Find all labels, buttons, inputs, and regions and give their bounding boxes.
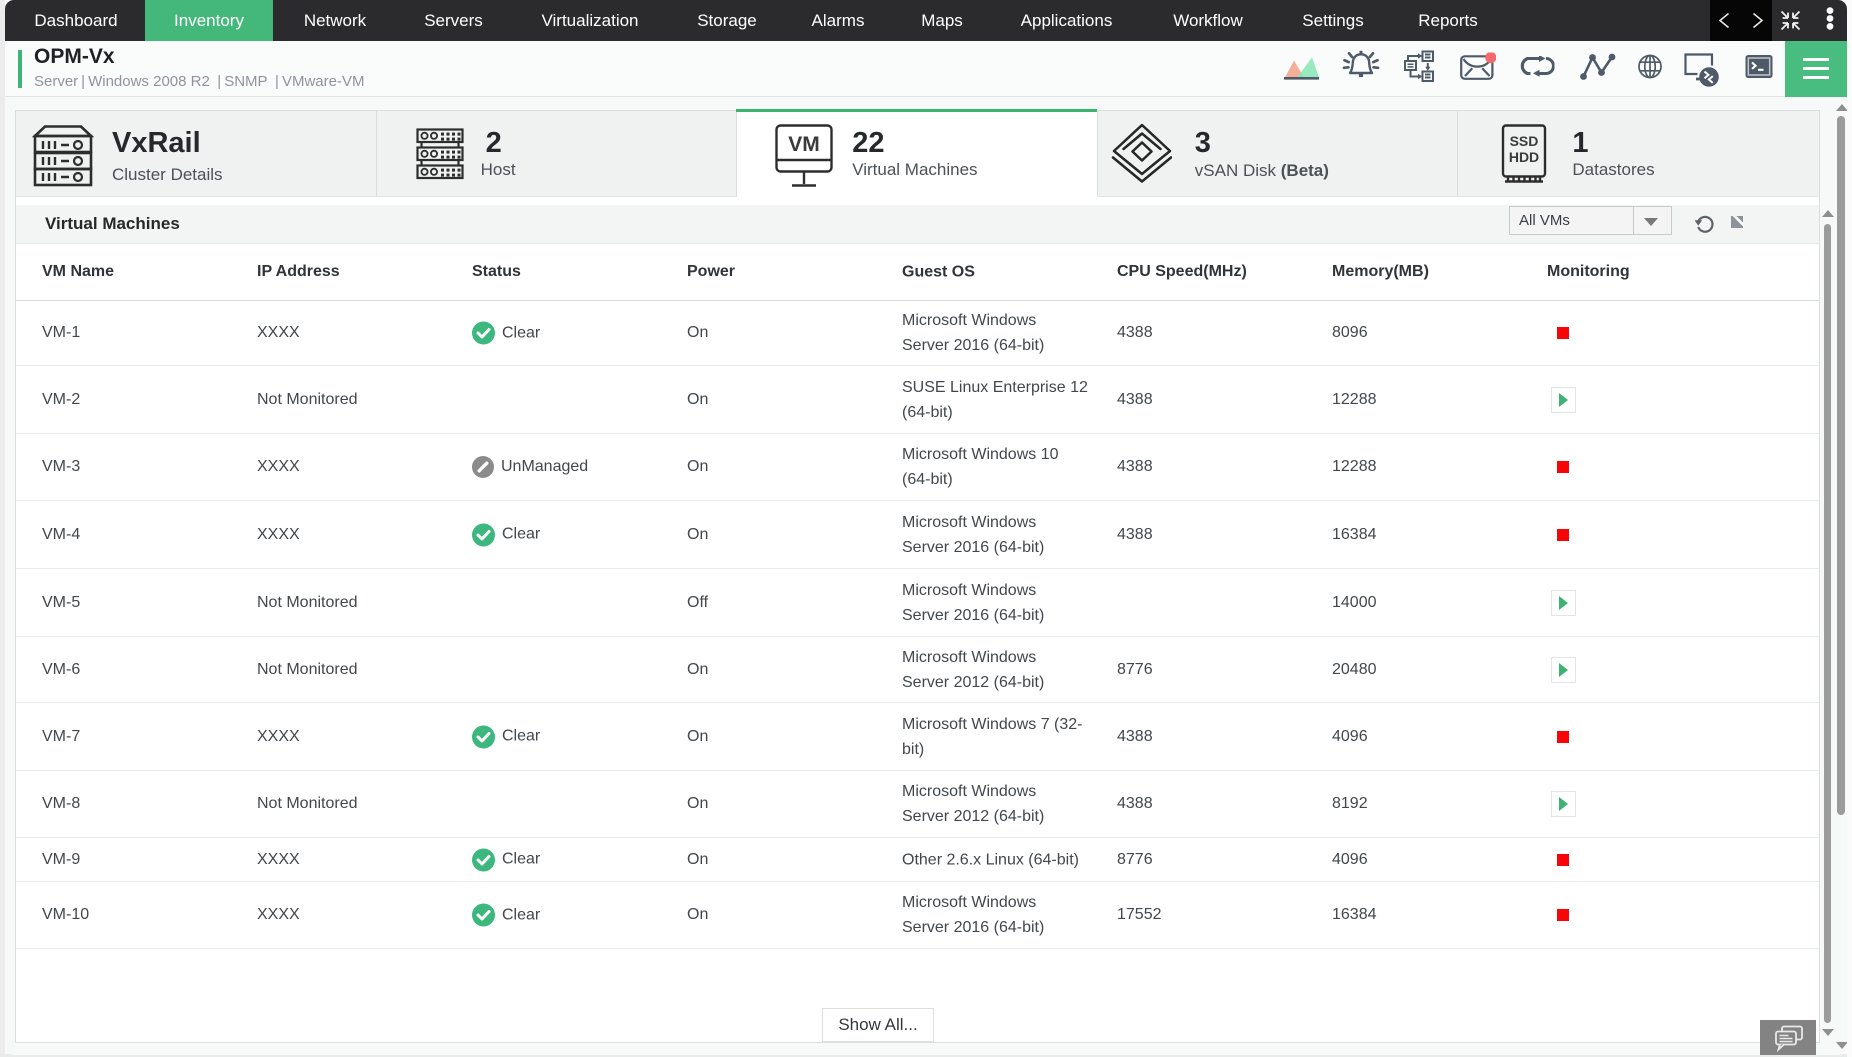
- svg-text:HDD: HDD: [1509, 149, 1539, 165]
- svg-text:VM: VM: [788, 133, 820, 156]
- svg-text:SSD: SSD: [1510, 133, 1539, 149]
